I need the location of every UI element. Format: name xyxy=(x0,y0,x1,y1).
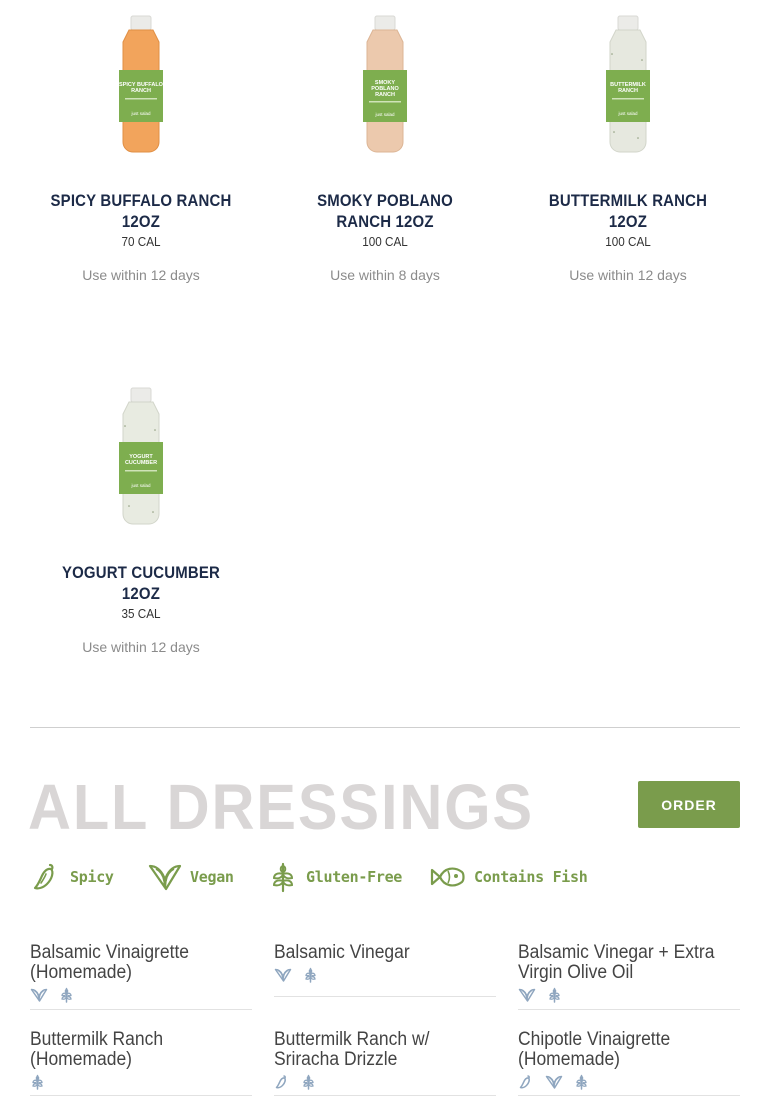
dressing-icons xyxy=(274,1073,496,1091)
product-use-within: Use within 12 days xyxy=(82,267,200,283)
product-use-within: Use within 8 days xyxy=(330,267,440,283)
product-calories: 70 CAL xyxy=(121,234,161,249)
wheat-icon xyxy=(61,987,72,1003)
svg-text:CUCUMBER: CUCUMBER xyxy=(125,460,157,466)
product-bottle-image[interactable]: SPICY BUFFALO RANCH just salad xyxy=(26,0,256,160)
svg-text:just salad: just salad xyxy=(130,111,151,116)
legend-label: Vegan xyxy=(190,868,234,886)
legend-contains-fish: Contains Fish xyxy=(430,858,588,896)
dressing-icons xyxy=(30,1073,252,1091)
dressing-icons xyxy=(30,986,252,1004)
product-name[interactable]: SPICY BUFFALO RANCH 12OZ xyxy=(40,190,242,232)
dressing-icons xyxy=(518,986,740,1004)
fish-icon xyxy=(430,867,465,887)
bottle-buttermilk-ranch: BUTTERMILK RANCH just salad xyxy=(606,15,650,153)
dressing-item[interactable]: Balsamic Vinaigrette (Homemade) xyxy=(30,943,252,1010)
legend-label: Spicy xyxy=(70,868,114,886)
product-bottle-image[interactable]: BUTTERMILK RANCH just salad xyxy=(513,0,743,160)
bottle-spicy-buffalo: SPICY BUFFALO RANCH just salad xyxy=(119,15,164,153)
svg-text:just salad: just salad xyxy=(617,111,638,116)
pepper-icon xyxy=(275,1075,286,1089)
bottle-smoky-poblano: SMOKY POBLANO RANCH just salad xyxy=(363,15,407,153)
wheat-icon xyxy=(272,862,294,893)
section-title: ALL DRESSINGS xyxy=(28,771,534,843)
order-button[interactable]: ORDER xyxy=(638,781,740,828)
vegan-icon xyxy=(148,864,182,891)
vegan-icon xyxy=(518,988,536,1002)
bottle-yogurt-cucumber: YOGURT CUCUMBER just salad xyxy=(119,387,163,525)
dressing-name[interactable]: Buttermilk Ranch w/ Sriracha Drizzle xyxy=(274,1030,478,1070)
dressing-name[interactable]: Chipotle Vinaigrette (Homemade) xyxy=(518,1030,722,1070)
wheat-icon xyxy=(303,1074,314,1090)
vegan-icon xyxy=(30,988,48,1002)
product-name[interactable]: SMOKY POBLANO RANCH 12OZ xyxy=(284,190,486,232)
product-card[interactable]: SMOKY POBLANO RANCH just salad SMOKY POB… xyxy=(270,0,500,283)
product-card[interactable]: BUTTERMILK RANCH just salad BUTTERMILK R… xyxy=(513,0,743,283)
svg-text:just salad: just salad xyxy=(374,112,395,117)
product-bottle-image[interactable]: YOGURT CUCUMBER just salad xyxy=(26,372,256,532)
legend-label: Gluten-Free xyxy=(306,868,403,886)
svg-text:RANCH: RANCH xyxy=(131,88,151,94)
dressing-name[interactable]: Balsamic Vinegar xyxy=(274,943,478,963)
dressing-name[interactable]: Buttermilk Ranch (Homemade) xyxy=(30,1030,234,1070)
vegan-icon xyxy=(545,1075,563,1089)
wheat-icon xyxy=(549,987,560,1003)
legend-gluten-free: Gluten-Free xyxy=(268,858,402,896)
dressing-item[interactable]: Buttermilk Ranch w/ Sriracha Drizzle xyxy=(274,1030,496,1096)
dressing-item[interactable]: Buttermilk Ranch (Homemade) xyxy=(30,1030,252,1096)
legend-vegan: Vegan xyxy=(148,858,234,896)
product-bottle-image[interactable]: SMOKY POBLANO RANCH just salad xyxy=(270,0,500,160)
product-use-within: Use within 12 days xyxy=(82,639,200,655)
product-name[interactable]: YOGURT CUCUMBER 12OZ xyxy=(40,562,242,604)
product-name[interactable]: BUTTERMILK RANCH 12OZ xyxy=(527,190,729,232)
legend-label: Contains Fish xyxy=(474,868,588,886)
legend-spicy: Spicy xyxy=(30,858,114,896)
dressing-icons xyxy=(274,966,496,984)
product-calories: 100 CAL xyxy=(605,234,651,249)
svg-text:RANCH: RANCH xyxy=(618,88,638,94)
product-card[interactable]: YOGURT CUCUMBER just salad YOGURT CUCUMB… xyxy=(26,372,256,655)
product-calories: 35 CAL xyxy=(121,606,161,621)
pepper-icon xyxy=(33,863,54,890)
dressing-name[interactable]: Balsamic Vinegar + Extra Virgin Olive Oi… xyxy=(518,943,722,983)
wheat-icon xyxy=(305,967,316,983)
wheat-icon xyxy=(576,1074,587,1090)
pepper-icon xyxy=(519,1075,530,1089)
dressing-name[interactable]: Balsamic Vinaigrette (Homemade) xyxy=(30,943,234,983)
dressing-icons xyxy=(518,1073,740,1091)
vegan-icon xyxy=(274,968,292,982)
dressing-item[interactable]: Balsamic Vinegar xyxy=(274,943,496,997)
svg-text:RANCH: RANCH xyxy=(375,92,395,98)
product-calories: 100 CAL xyxy=(362,234,408,249)
svg-text:just salad: just salad xyxy=(130,483,151,488)
dressing-item[interactable]: Chipotle Vinaigrette (Homemade) xyxy=(518,1030,740,1096)
wheat-icon xyxy=(32,1074,43,1090)
section-divider xyxy=(30,727,740,728)
dietary-legend: Spicy Vegan Gluten-Free Contains Fish xyxy=(30,858,740,896)
dressing-item[interactable]: Balsamic Vinegar + Extra Virgin Olive Oi… xyxy=(518,943,740,1010)
product-card[interactable]: SPICY BUFFALO RANCH just salad SPICY BUF… xyxy=(26,0,256,283)
product-use-within: Use within 12 days xyxy=(569,267,687,283)
